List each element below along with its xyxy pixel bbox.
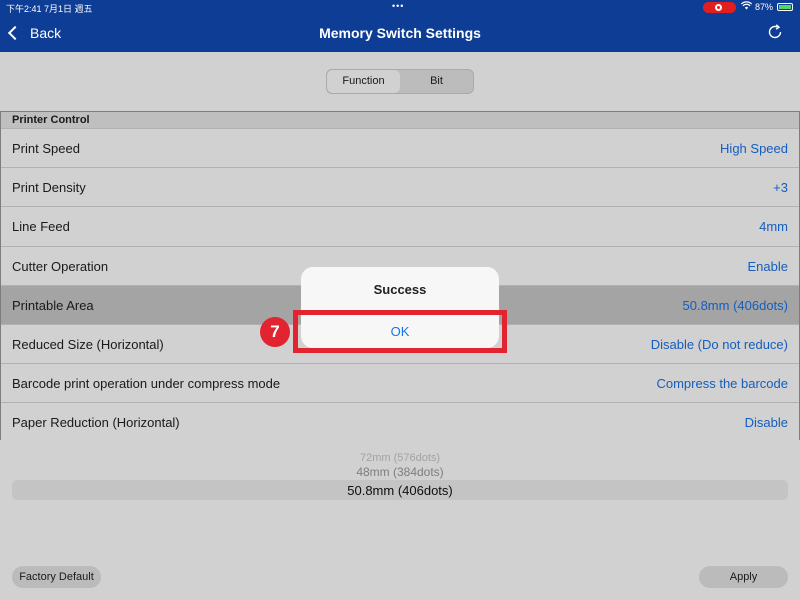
refresh-icon[interactable] [766,23,784,41]
navigation-bar: 下午2:41 7月1日 週五 ••• 87% Back Memory Switc… [0,0,800,52]
status-bar: 下午2:41 7月1日 週五 ••• 87% [0,0,800,14]
battery-icon [777,3,793,11]
step-badge: 7 [260,317,290,347]
wifi-icon [740,1,753,12]
highlight-box [293,310,507,353]
status-time: 下午2:41 7月1日 週五 [6,4,93,14]
page-title: Memory Switch Settings [319,25,481,41]
battery-percent: 87% [755,2,774,12]
screen-record-icon [703,2,736,13]
alert-title: Success [373,282,427,297]
multitask-dots: ••• [392,1,405,11]
